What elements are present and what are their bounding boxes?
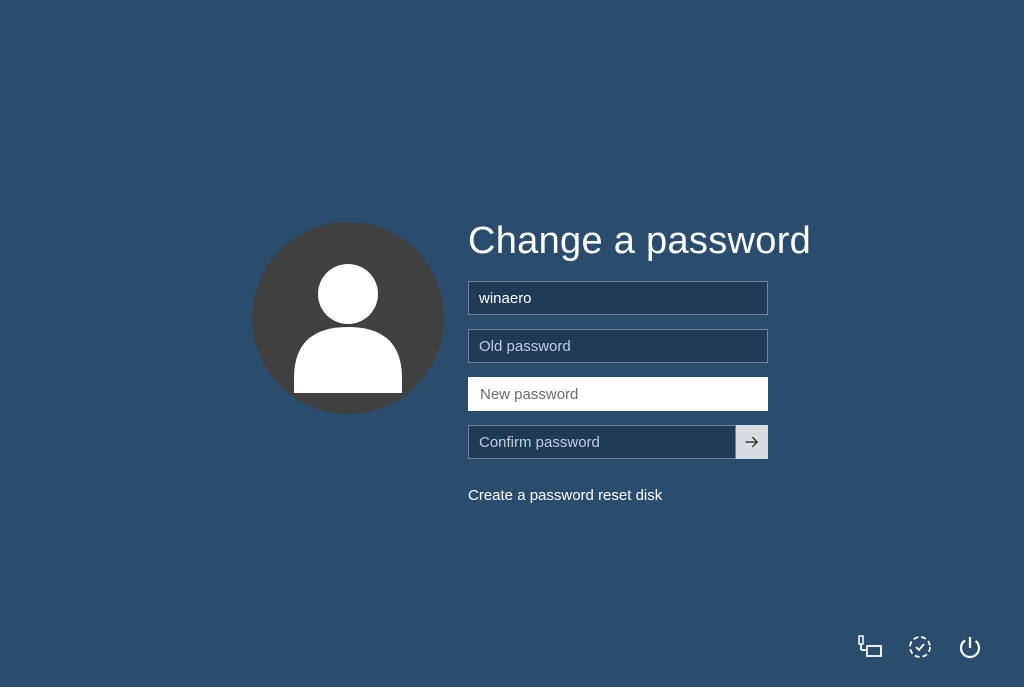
ease-of-access-button[interactable] <box>906 633 934 661</box>
user-avatar-icon <box>273 243 423 393</box>
change-password-panel: Change a password Create a password rese… <box>252 222 811 504</box>
network-button[interactable] <box>856 633 884 661</box>
form-section: Change a password Create a password rese… <box>468 222 811 504</box>
power-button[interactable] <box>956 633 984 661</box>
network-icon <box>857 634 883 660</box>
system-tray <box>856 633 984 661</box>
new-password-field[interactable] <box>468 377 768 411</box>
ease-of-access-icon <box>907 634 933 660</box>
power-icon <box>957 634 983 660</box>
arrow-right-icon <box>743 433 761 451</box>
submit-button[interactable] <box>736 425 768 459</box>
username-field[interactable] <box>468 281 768 315</box>
old-password-field[interactable] <box>468 329 768 363</box>
confirm-password-field[interactable] <box>468 425 736 459</box>
user-avatar <box>252 222 444 414</box>
create-reset-disk-link[interactable]: Create a password reset disk <box>468 487 811 504</box>
page-title: Change a password <box>468 220 811 263</box>
